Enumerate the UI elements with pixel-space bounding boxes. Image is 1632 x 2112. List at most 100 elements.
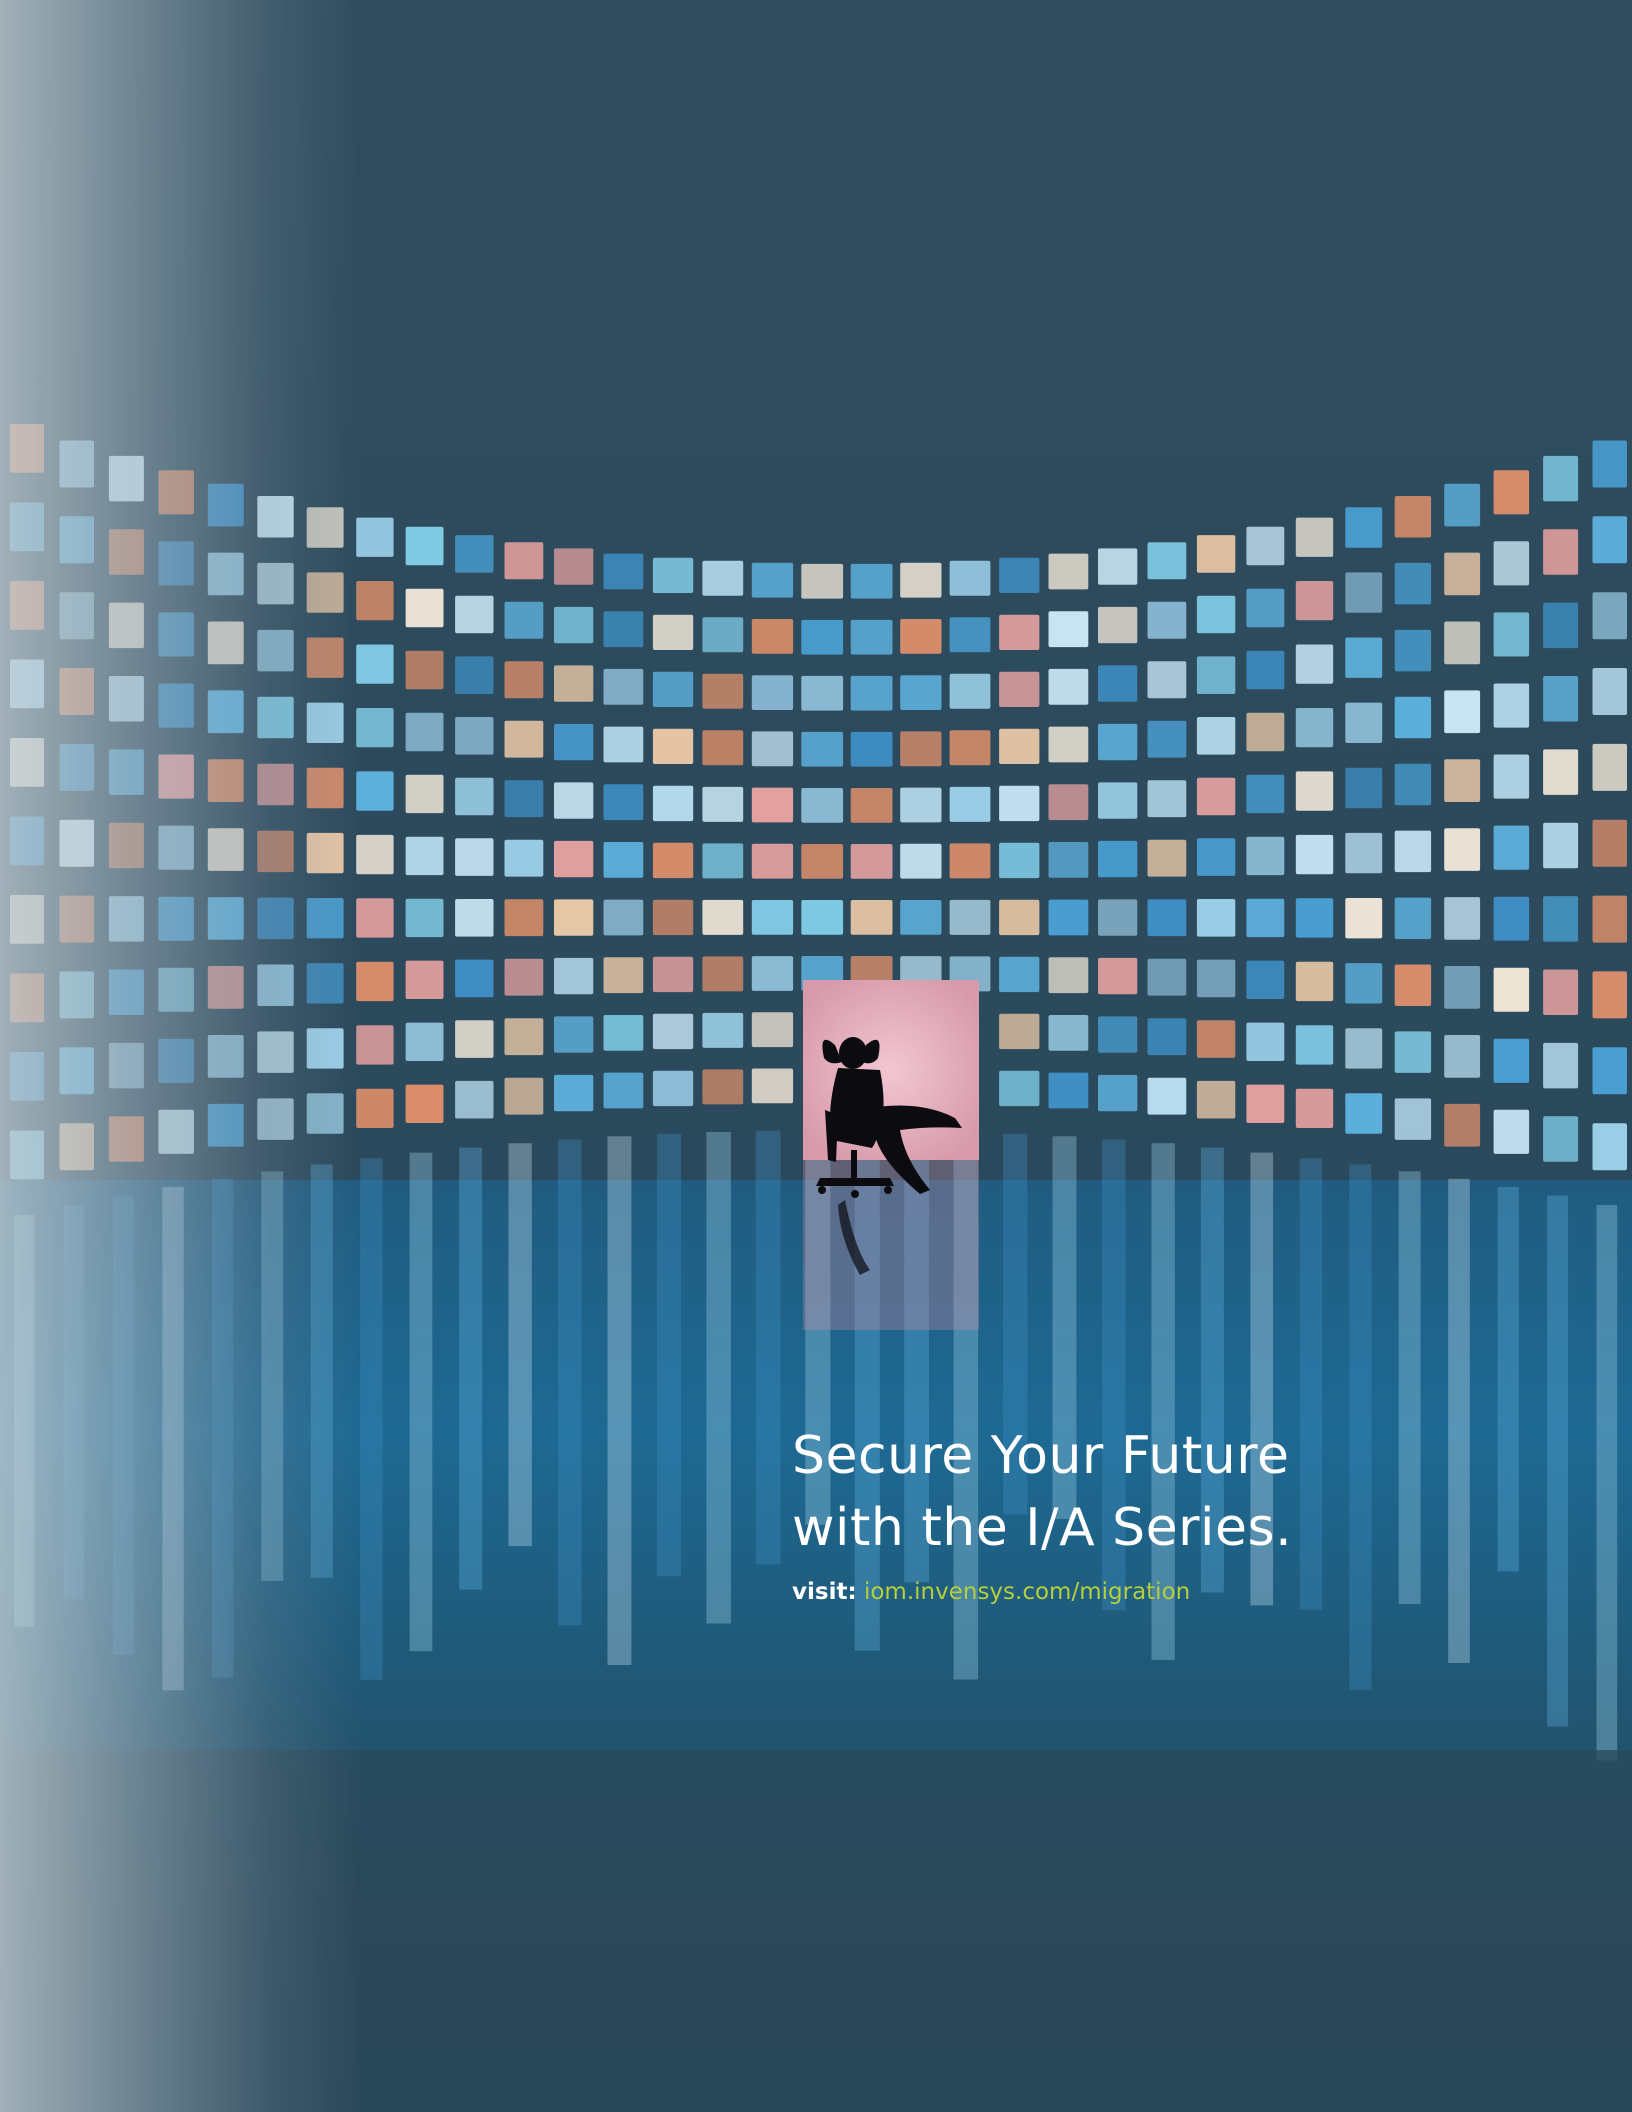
tv-screen [801,788,844,823]
tv-screen [455,838,494,876]
tv-screen [751,562,794,598]
tv-screen [1592,895,1627,943]
website-link[interactable]: iom.invensys.com/migration [864,1579,1190,1605]
tv-screen [504,542,544,580]
tv-screen [504,661,544,699]
tv-screen [356,771,394,811]
tv-screen [1493,612,1530,657]
tv-screen [306,637,344,678]
tv-screen [1098,1074,1138,1112]
tv-screen [999,956,1040,993]
tv-screen [850,563,893,599]
tv-screen [1493,754,1530,799]
tv-screen [504,1018,544,1056]
visit-line: visit: iom.invensys.com/migration [792,1577,1190,1607]
tv-screen [1345,507,1383,548]
tv-screen [652,614,694,650]
tv-screen [652,956,694,993]
tv-screen [1147,839,1187,877]
tv-screen [306,963,344,1004]
tv-screen [10,502,44,552]
tv-screen [356,517,394,557]
tv-screen [1246,712,1285,752]
tv-screen [108,676,144,722]
tv-screen [702,617,744,653]
tv-screen [59,668,94,715]
tv-screen [1444,552,1481,596]
tv-screen [1345,767,1383,809]
tv-screen [207,828,244,871]
tv-screen [751,956,794,991]
tv-screen [207,1103,244,1147]
tv-screen [554,1074,594,1112]
tv-screen [1098,606,1138,644]
tv-screen [751,1068,794,1104]
tv-screen [108,969,144,1015]
tv-screen [59,743,94,791]
tv-screen [108,529,144,575]
tv-screen [554,548,594,585]
tv-screen [554,665,594,702]
tv-screen [10,1130,44,1180]
tv-screen [158,754,194,799]
screen-reflection-streak [607,1136,632,1665]
tv-screen [999,671,1040,707]
tv-screen [652,1070,694,1107]
tv-screen [1246,960,1285,999]
tv-screen [999,728,1040,764]
tv-screen [1543,1042,1579,1089]
tv-screen [59,440,94,488]
tv-screen [1196,838,1236,876]
tv-screen [850,731,893,767]
tv-screen [257,629,294,672]
tv-screen [1543,602,1579,649]
tv-screen [1444,828,1481,871]
tv-screen [1345,637,1383,678]
tv-screen [1592,1123,1627,1171]
tv-screen [949,899,991,935]
tv-screen [108,602,144,649]
tv-screen [949,730,991,766]
tv-screen [1444,1103,1481,1147]
tv-screen [1246,898,1285,938]
tv-screen [356,898,394,938]
tv-screen [1098,782,1138,819]
tv-screen [1098,723,1138,761]
tv-screen [554,782,594,819]
screen-reflection-streak [211,1178,234,1678]
tv-screen [1345,832,1383,874]
tv-screen [1295,834,1334,875]
tv-screen [306,898,344,939]
tv-screen [1295,1088,1334,1128]
tv-screen [1394,1031,1432,1073]
tv-screen [999,1070,1040,1107]
tv-screen [1592,668,1627,715]
tv-screen [751,675,794,710]
tv-screen [603,957,644,994]
tv-screen [1543,529,1579,575]
tv-screen [1543,676,1579,722]
tv-screen [1196,777,1236,816]
tv-screen [1147,1077,1187,1115]
tv-screen [1246,774,1285,814]
tv-screen [1246,526,1285,566]
tv-screen [702,1069,744,1105]
tv-screen [554,840,594,878]
tv-screen [207,552,244,596]
tv-screen [900,843,942,879]
tv-screen [356,1088,394,1128]
tv-screen [1592,743,1627,791]
tv-screen [1196,595,1236,634]
tv-screen [1098,665,1138,702]
tv-screen [652,899,694,936]
tv-screen [603,553,644,590]
tv-screen [1394,763,1432,806]
tv-screen [1246,1022,1285,1061]
tv-screen [1345,1093,1383,1134]
tv-screen [405,898,444,938]
tv-screen [10,973,44,1023]
tv-screen [1147,720,1187,758]
tv-screen [1196,535,1236,573]
tv-screen [1493,541,1530,586]
tv-screen [702,730,744,766]
